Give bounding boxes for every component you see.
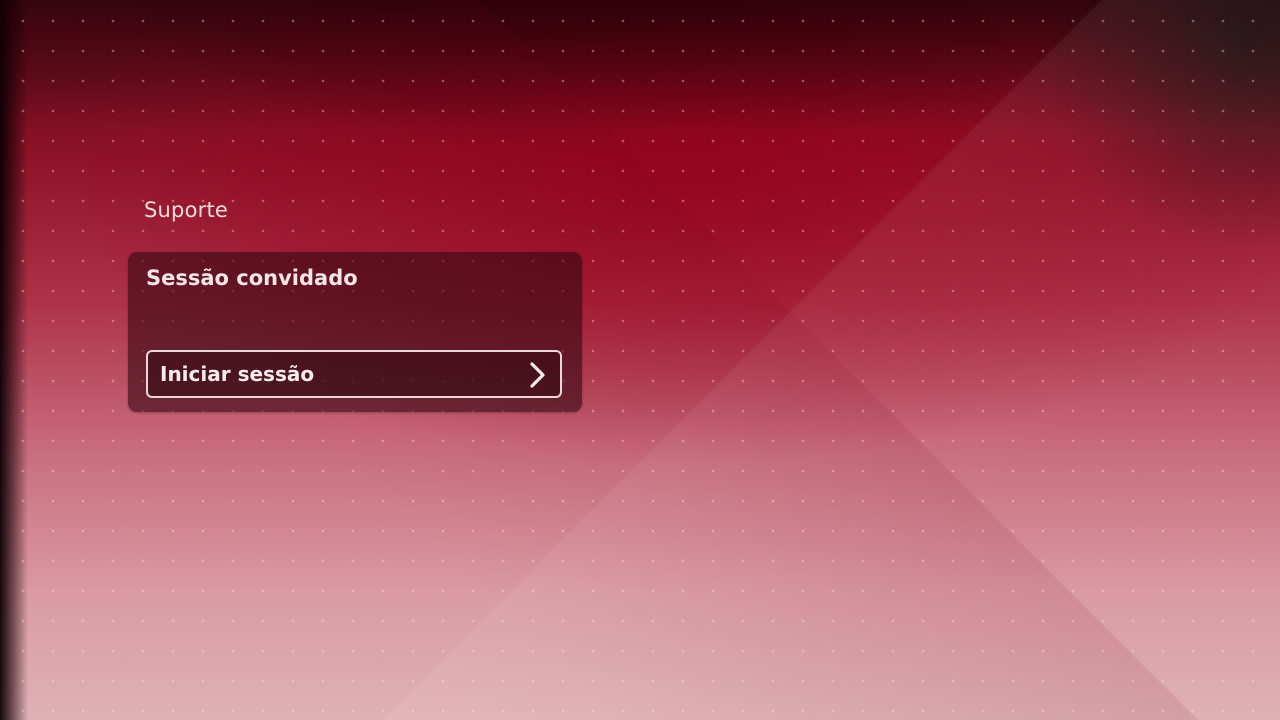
- login-button[interactable]: Iniciar sessão: [146, 350, 562, 398]
- guest-session-name: Sessão convidado: [146, 266, 358, 290]
- login-card: Sessão convidado Iniciar sessão: [128, 252, 582, 412]
- login-button-label: Iniciar sessão: [160, 362, 315, 386]
- chevron-right-icon: [530, 362, 545, 388]
- session-type-label[interactable]: Suporte: [144, 198, 228, 222]
